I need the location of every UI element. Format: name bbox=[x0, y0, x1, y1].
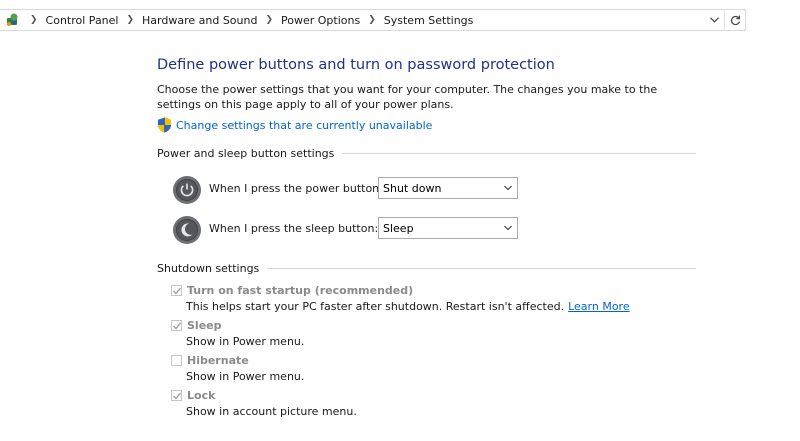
fast-startup-desc-text: This helps start your PC faster after sh… bbox=[186, 300, 565, 313]
power-sleep-group-label: Power and sleep button settings bbox=[157, 146, 335, 160]
refresh-icon bbox=[730, 15, 740, 25]
hibernate-label: Hibernate bbox=[187, 354, 249, 367]
breadcrumb-hardware-and-sound[interactable]: Hardware and Sound bbox=[142, 14, 257, 27]
learn-more-link[interactable]: Learn More bbox=[568, 300, 630, 313]
breadcrumb-separator-icon: ❯ bbox=[368, 15, 376, 25]
hibernate-desc: Show in Power menu. bbox=[186, 370, 305, 383]
hibernate-checkbox[interactable] bbox=[171, 355, 182, 366]
sleep-button-value: Sleep bbox=[383, 222, 414, 235]
page-title: Define power buttons and turn on passwor… bbox=[157, 57, 555, 73]
shutdown-group-header: Shutdown settings bbox=[157, 260, 696, 276]
breadcrumb-power-options[interactable]: Power Options bbox=[281, 14, 360, 27]
group-divider bbox=[267, 267, 696, 269]
chevron-down-icon bbox=[709, 17, 719, 23]
checkmark-icon bbox=[173, 287, 182, 295]
address-dropdown-button[interactable] bbox=[704, 10, 724, 30]
shutdown-group-label: Shutdown settings bbox=[157, 261, 260, 275]
breadcrumb-separator-icon: ❯ bbox=[265, 15, 274, 25]
power-button-label: When I press the power button: bbox=[209, 182, 383, 195]
sleep-desc: Show in Power menu. bbox=[186, 335, 305, 348]
sleep-option[interactable]: Sleep bbox=[171, 319, 222, 332]
chevron-down-icon bbox=[504, 185, 512, 191]
lock-checkbox[interactable] bbox=[171, 390, 182, 401]
breadcrumb-separator-icon: ❯ bbox=[126, 15, 135, 25]
power-button-icon bbox=[173, 176, 201, 204]
checkmark-icon bbox=[173, 322, 182, 330]
fast-startup-desc: This helps start your PC faster after sh… bbox=[186, 300, 630, 313]
change-settings-link-text[interactable]: Change settings that are currently unava… bbox=[176, 119, 432, 132]
power-button-select[interactable]: Shut down bbox=[378, 177, 518, 199]
address-bar[interactable]: ❯ Control Panel ❯ Hardware and Sound ❯ P… bbox=[0, 9, 746, 31]
lock-desc: Show in account picture menu. bbox=[186, 405, 357, 418]
fast-startup-checkbox[interactable] bbox=[171, 285, 182, 296]
sleep-button-label: When I press the sleep button: bbox=[209, 222, 379, 235]
uac-shield-icon bbox=[158, 117, 171, 133]
breadcrumb-system-settings[interactable]: System Settings bbox=[384, 14, 474, 27]
refresh-button[interactable] bbox=[724, 10, 745, 30]
chevron-down-icon bbox=[504, 225, 512, 231]
page-description: Choose the power settings that you want … bbox=[157, 83, 658, 111]
breadcrumb: ❯ Control Panel ❯ Hardware and Sound ❯ P… bbox=[4, 10, 473, 30]
control-panel-icon bbox=[4, 11, 22, 29]
fast-startup-label: Turn on fast startup (recommended) bbox=[187, 284, 414, 297]
hibernate-option[interactable]: Hibernate bbox=[171, 354, 249, 367]
sleep-button-icon bbox=[173, 216, 201, 244]
power-button-value: Shut down bbox=[383, 182, 442, 195]
change-settings-link[interactable]: Change settings that are currently unava… bbox=[157, 117, 432, 133]
breadcrumb-separator-icon: ❯ bbox=[30, 15, 38, 25]
sleep-button-row: When I press the sleep button: Sleep bbox=[172, 215, 522, 245]
sleep-label: Sleep bbox=[187, 319, 222, 332]
fast-startup-option[interactable]: Turn on fast startup (recommended) bbox=[171, 284, 413, 297]
power-sleep-group-header: Power and sleep button settings bbox=[157, 145, 696, 161]
lock-label: Lock bbox=[187, 389, 216, 402]
checkmark-icon bbox=[173, 392, 182, 400]
sleep-checkbox[interactable] bbox=[171, 320, 182, 331]
sleep-button-select[interactable]: Sleep bbox=[378, 217, 518, 239]
group-divider bbox=[342, 152, 696, 154]
breadcrumb-control-panel[interactable]: Control Panel bbox=[46, 14, 119, 27]
power-button-row: When I press the power button: Shut down bbox=[172, 175, 522, 205]
lock-option[interactable]: Lock bbox=[171, 389, 215, 402]
